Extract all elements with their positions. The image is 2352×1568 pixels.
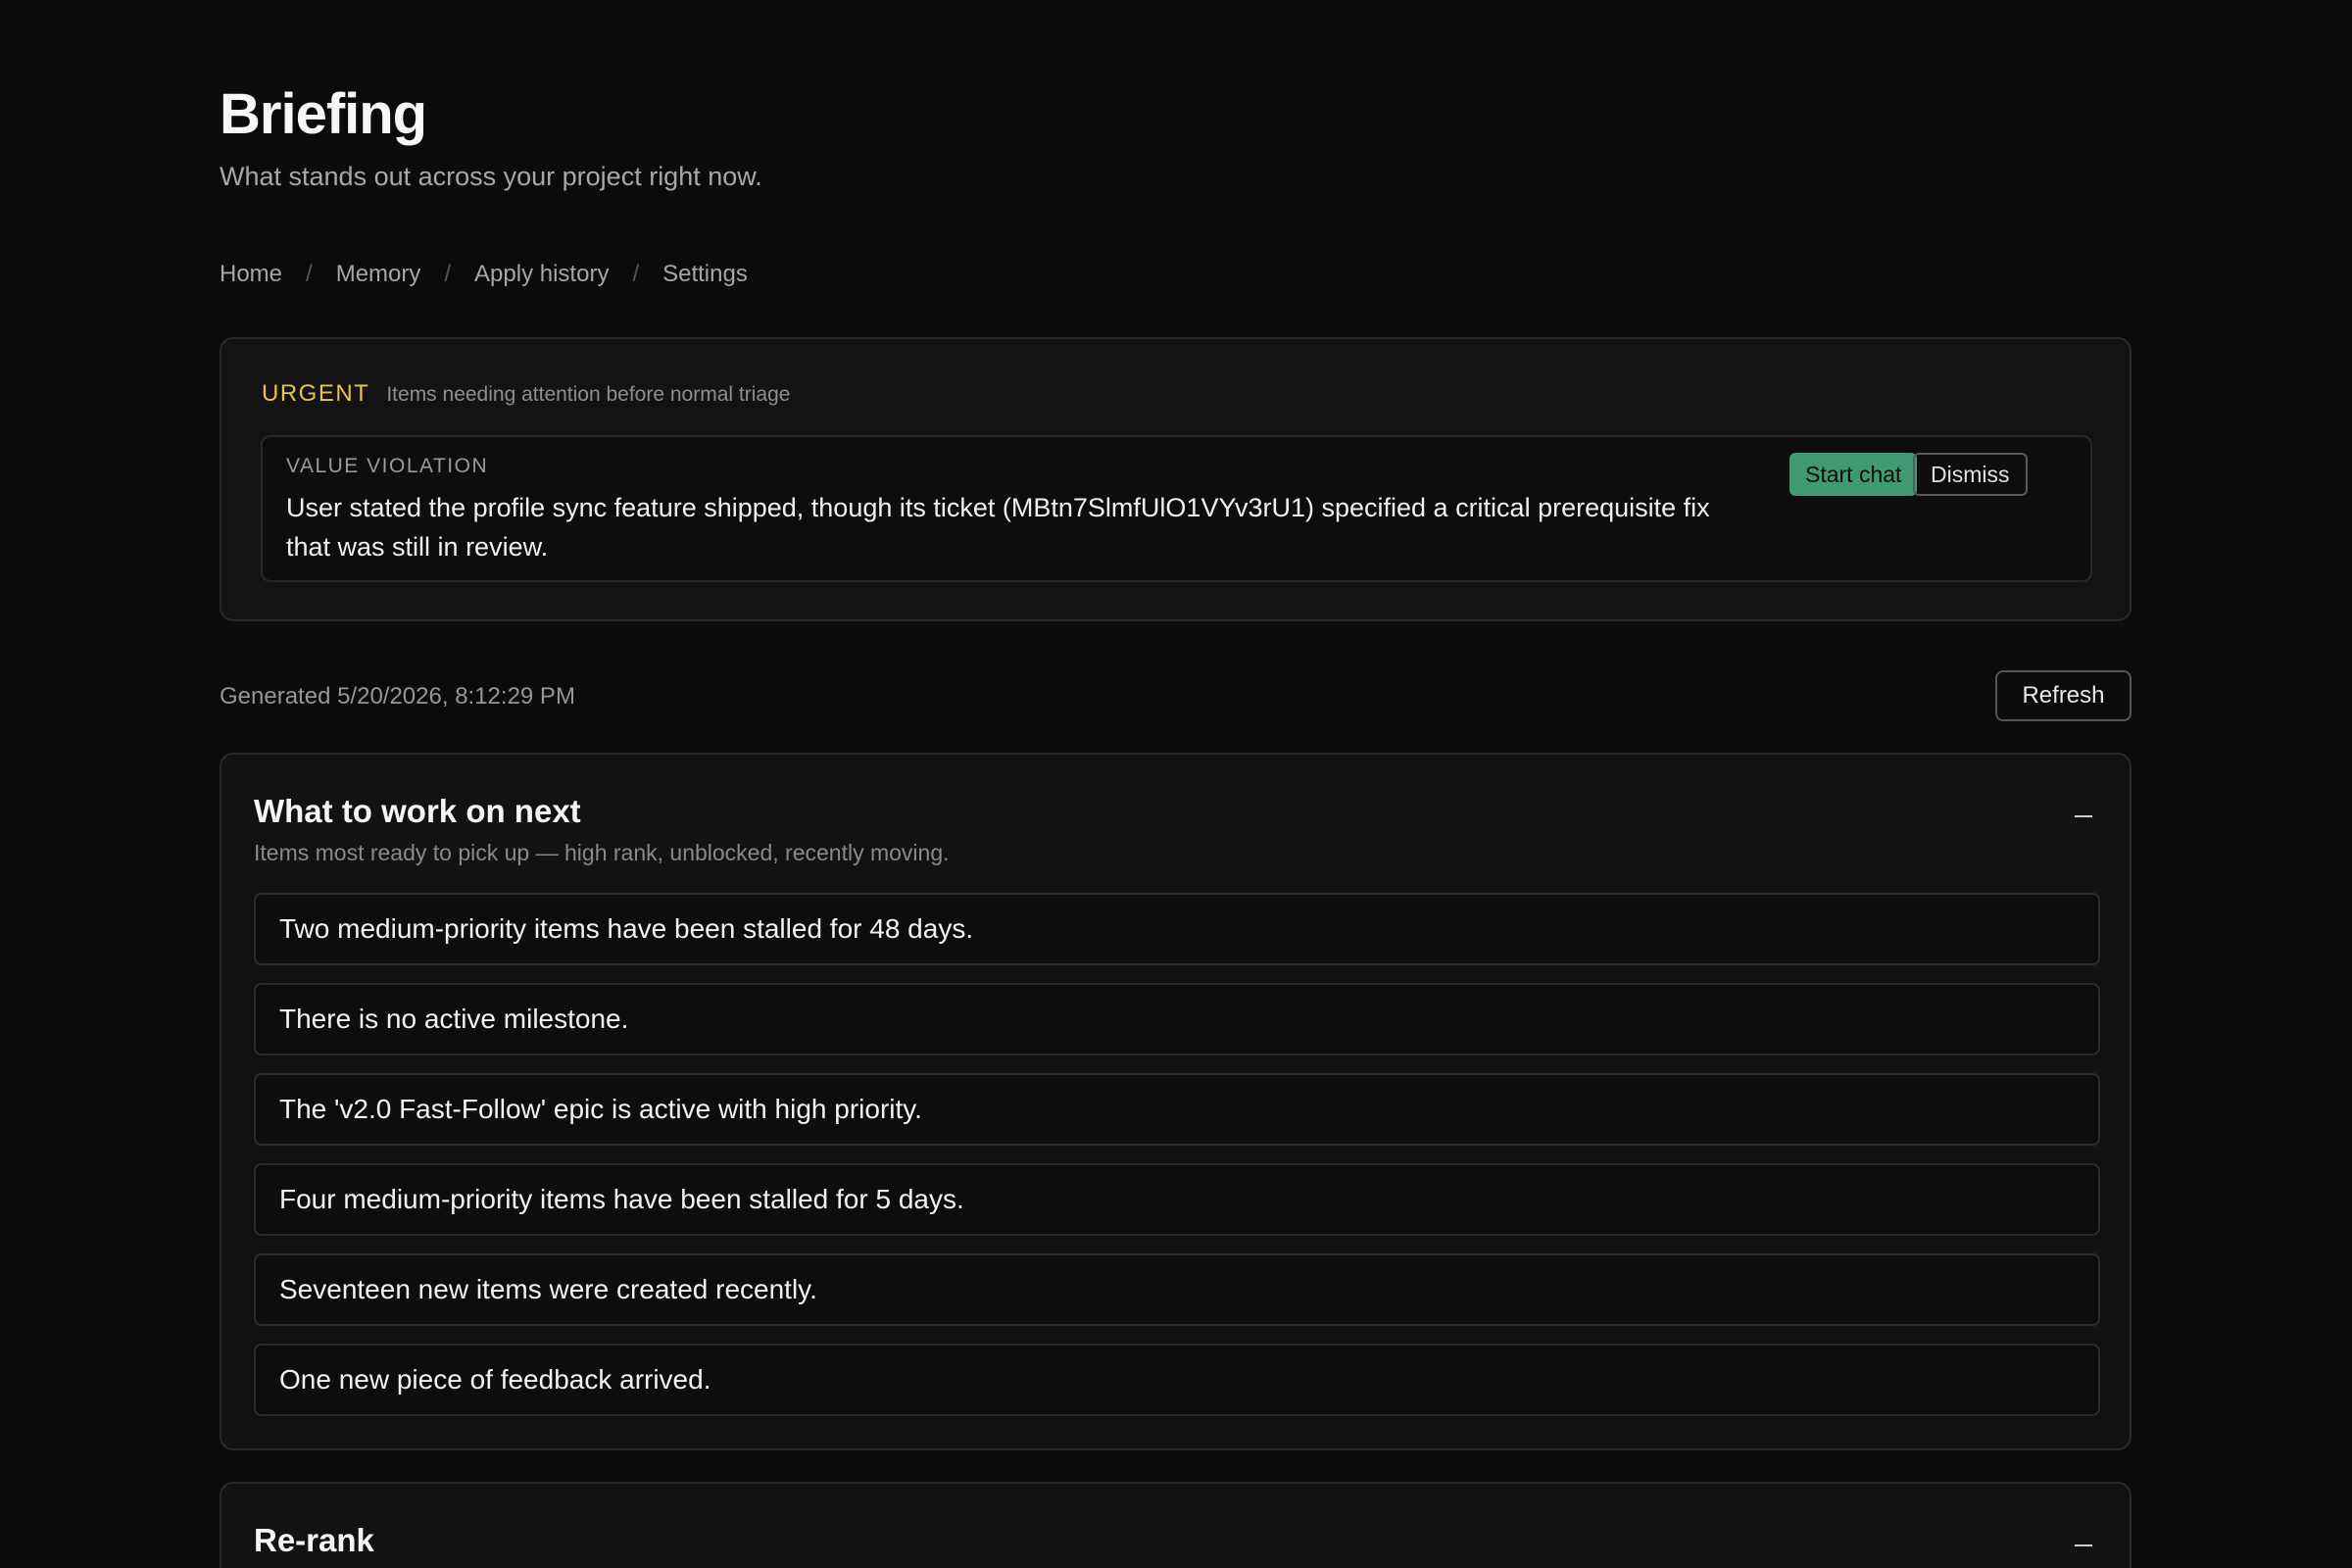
urgent-tag: URGENT (262, 380, 370, 407)
urgent-description: Items needing attention before normal tr… (386, 383, 791, 406)
nav-apply-history-link[interactable]: Apply history (474, 257, 609, 292)
breadcrumb-nav: Home / Memory / Apply history / Settings (220, 257, 748, 292)
section-what-to-work-on-next: What to work on next Items most ready to… (220, 753, 2132, 1450)
list-item[interactable]: Seventeen new items were created recentl… (254, 1253, 2100, 1326)
list-item[interactable]: Four medium-priority items have been sta… (254, 1163, 2100, 1236)
section-description: Items most ready to pick up — high rank,… (254, 840, 950, 865)
urgent-card: URGENT Items needing attention before no… (220, 337, 2132, 621)
briefing-page: Briefing What stands out across your pro… (0, 0, 2352, 1568)
nav-separator: / (306, 261, 313, 287)
violation-label: VALUE VIOLATION (286, 455, 489, 477)
page-title: Briefing (220, 82, 427, 146)
page-subtitle: What stands out across your project righ… (220, 162, 762, 191)
nav-separator: / (444, 261, 452, 287)
refresh-button[interactable]: Refresh (1995, 670, 2132, 721)
generated-timestamp: Generated 5/20/2026, 8:12:29 PM (220, 683, 575, 710)
item-list: Two medium-priority items have been stal… (254, 893, 2100, 1434)
dismiss-button[interactable]: Dismiss (1913, 453, 2028, 496)
section-title: Re-rank (254, 1522, 374, 1558)
urgent-header: URGENT Items needing attention before no… (262, 380, 790, 408)
value-violation-item: VALUE VIOLATION User stated the profile … (261, 435, 2092, 582)
collapse-icon[interactable] (2073, 1535, 2094, 1556)
list-item[interactable]: Two medium-priority items have been stal… (254, 893, 2100, 965)
nav-separator: / (632, 261, 640, 287)
collapse-icon[interactable] (2073, 806, 2094, 827)
nav-memory-link[interactable]: Memory (336, 257, 421, 292)
list-item[interactable]: The 'v2.0 Fast-Follow' epic is active wi… (254, 1073, 2100, 1146)
list-item[interactable]: There is no active milestone. (254, 983, 2100, 1055)
list-item[interactable]: One new piece of feedback arrived. (254, 1344, 2100, 1416)
nav-settings-link[interactable]: Settings (662, 257, 748, 292)
section-re-rank: Re-rank (220, 1482, 2132, 1568)
section-title: What to work on next (254, 793, 581, 829)
start-chat-button[interactable]: Start chat (1789, 453, 1918, 496)
nav-home-link[interactable]: Home (220, 257, 282, 292)
violation-text: User stated the profile sync feature shi… (286, 493, 1710, 562)
